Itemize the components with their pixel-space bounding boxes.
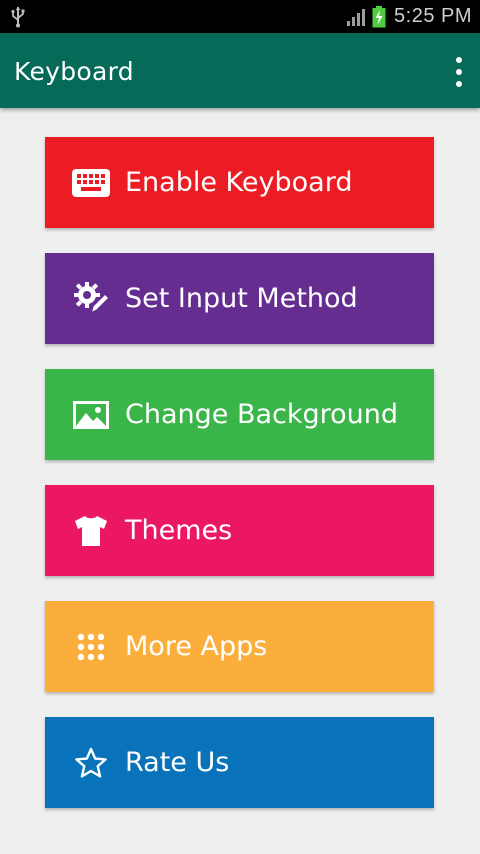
- menu-list: Enable Keyboard Set Input Method Change …: [45, 137, 434, 833]
- app-bar: Keyboard: [0, 33, 480, 108]
- status-time: 5:25 PM: [394, 5, 472, 27]
- tshirt-icon: [71, 511, 111, 551]
- more-apps-label: More Apps: [125, 631, 268, 662]
- signal-icon: [347, 8, 366, 26]
- app-title: Keyboard: [14, 57, 134, 86]
- rate-us-label: Rate Us: [125, 747, 230, 778]
- set-input-method-button[interactable]: Set Input Method: [45, 253, 434, 344]
- status-bar: 5:25 PM: [0, 0, 480, 33]
- themes-label: Themes: [125, 515, 233, 546]
- set-input-method-label: Set Input Method: [125, 283, 358, 314]
- gear-pencil-icon: [71, 279, 111, 319]
- battery-charging-icon: [372, 5, 386, 27]
- star-outline-icon: [71, 743, 111, 783]
- more-apps-button[interactable]: More Apps: [45, 601, 434, 692]
- image-icon: [71, 395, 111, 435]
- more-vert-icon[interactable]: [452, 57, 466, 87]
- change-background-button[interactable]: Change Background: [45, 369, 434, 460]
- usb-icon: [10, 6, 26, 28]
- rate-us-button[interactable]: Rate Us: [45, 717, 434, 808]
- apps-grid-icon: [71, 627, 111, 667]
- change-background-label: Change Background: [125, 399, 399, 430]
- keyboard-icon: [71, 163, 111, 203]
- enable-keyboard-label: Enable Keyboard: [125, 167, 353, 198]
- themes-button[interactable]: Themes: [45, 485, 434, 576]
- enable-keyboard-button[interactable]: Enable Keyboard: [45, 137, 434, 228]
